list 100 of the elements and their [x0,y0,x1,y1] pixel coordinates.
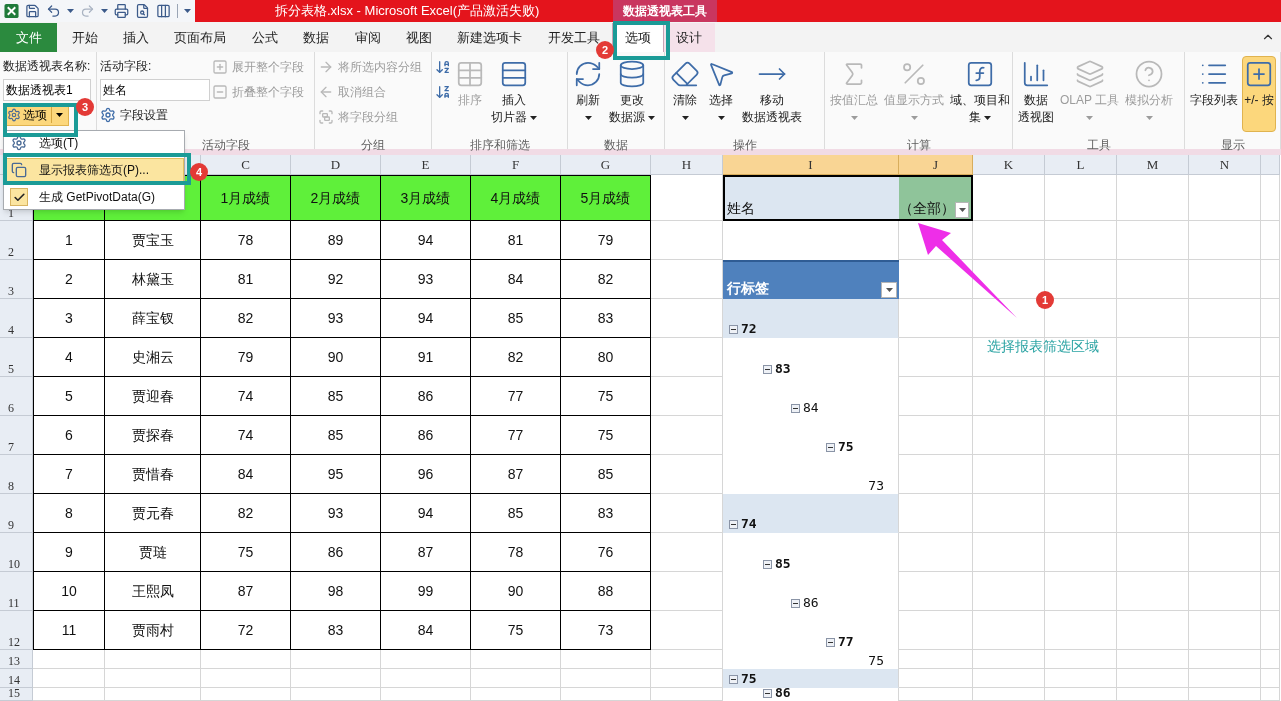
collapse-icon[interactable] [763,689,772,698]
collapse-icon[interactable] [763,560,772,569]
row-label: 75 [868,653,884,669]
row-header[interactable]: 4 [0,299,33,338]
ribbon-button[interactable]: 选择 [704,56,738,132]
ribbon-tab[interactable]: 页面布局 [161,23,240,52]
row-header[interactable]: 15 [0,688,33,701]
collapse-icon[interactable] [826,443,835,452]
grid-cell [651,688,723,701]
row-header[interactable]: 12 [0,611,33,650]
row-label: 75 [741,671,757,687]
columns-icon[interactable] [156,3,172,19]
grid-cell [1189,688,1261,701]
table-cell: 贾元春 [105,494,201,533]
filter-dropdown-button[interactable] [955,202,969,218]
column-header[interactable]: D [291,155,381,175]
ribbon-tab[interactable]: 插入 [110,23,162,52]
column-header[interactable]: C [201,155,291,175]
ribbon-button[interactable]: +/- 按 [1242,56,1276,132]
grid-cell [651,377,723,416]
column-header[interactable]: N [1189,155,1261,175]
grid-cell [651,455,723,494]
ribbon-tab[interactable]: 新建选项卡 [444,23,535,52]
step-badge: 1 [1036,291,1054,309]
row-header[interactable]: 14 [0,669,33,688]
checkbox[interactable] [10,188,28,206]
row-header[interactable]: 8 [0,455,33,494]
ribbon-button[interactable]: 数据 透视图 [1016,56,1056,132]
collapse-icon[interactable] [729,675,738,684]
grid-cell [1117,299,1189,338]
ribbon-button[interactable]: 更改 数据源 [607,56,657,132]
table-cell: 85 [291,416,381,455]
column-header[interactable]: L [1045,155,1117,175]
group-label: 显示 [1220,138,1245,152]
column-header[interactable]: E [381,155,471,175]
ribbon-button[interactable]: 移动 数据透视表 [740,56,804,132]
save-icon[interactable] [25,3,41,19]
print-preview-icon[interactable] [135,3,151,19]
text-field[interactable]: 数据透视表1 [3,79,91,101]
row-header[interactable]: 5 [0,338,33,377]
collapse-icon[interactable] [791,599,800,608]
ribbon-button[interactable]: 字段列表 [1188,56,1240,132]
layers-icon [1074,59,1105,89]
filter-value-cell[interactable]: （全部） [899,175,973,221]
grid-cell [1045,338,1117,377]
row-header[interactable]: 13 [0,650,33,669]
menu-item[interactable]: 选项(T) [4,132,184,154]
row-header[interactable]: 6 [0,377,33,416]
grid-cell [1045,688,1117,701]
column-header[interactable]: G [561,155,651,175]
grid-cell [1189,416,1261,455]
ribbon-tab[interactable]: 开始 [59,23,111,52]
menu-item[interactable]: 显示报表筛选页(P)... [4,158,184,182]
row-filter-dropdown-button[interactable] [881,282,897,298]
ribbon-tab[interactable]: 视图 [393,23,445,52]
table-cell: 83 [291,611,381,650]
grid-cell [651,416,723,455]
ribbon-tab[interactable]: 文件 [0,23,57,52]
print-icon[interactable] [114,3,130,19]
group-icon [318,109,334,125]
spreadsheet-logo-icon[interactable] [4,3,19,19]
menu-item[interactable]: 生成 GetPivotData(G) [4,186,184,208]
collapse-icon[interactable] [791,404,800,413]
ribbon-tab[interactable]: 公式 [239,23,291,52]
table-cell: 80 [561,338,651,377]
caret-icon [850,115,858,120]
row-header[interactable]: 7 [0,416,33,455]
collapse-icon[interactable] [826,638,835,647]
text-field[interactable]: 姓名 [100,79,210,101]
column-header[interactable]: H [651,155,723,175]
ribbon-button[interactable]: 清除 [668,56,702,132]
table-cell: 6 [33,416,105,455]
minus-box-icon [212,84,228,100]
grid-cell [1261,533,1280,572]
column-header[interactable]: J [899,155,973,175]
ribbon-tab[interactable]: 审阅 [341,23,394,52]
row-header[interactable]: 3 [0,260,33,299]
undo-icon[interactable] [46,3,62,19]
right-arrow-icon [318,59,334,75]
column-header[interactable]: I [723,155,899,175]
column-header[interactable]: F [471,155,561,175]
row-label: 84 [803,400,819,416]
collapse-icon[interactable] [729,325,738,334]
ribbon-tab[interactable]: 数据 [290,23,342,52]
row-header[interactable]: 10 [0,533,33,572]
column-header[interactable]: K [973,155,1045,175]
column-header[interactable]: M [1117,155,1189,175]
caret-icon [1086,115,1094,120]
table-cell: 94 [381,221,471,260]
row-header[interactable]: 2 [0,221,33,260]
collapse-icon[interactable] [729,520,738,529]
row-label: 73 [868,478,884,494]
row-header[interactable]: 9 [0,494,33,533]
ribbon-button[interactable]: 字段设置 [100,104,210,126]
collapse-icon[interactable] [763,365,772,374]
ribbon-button[interactable]: 刷新 [571,56,605,132]
row-header[interactable]: 11 [0,572,33,611]
ribbon-button[interactable]: 域、项目和 集 [948,56,1012,132]
grid-cell [1261,416,1280,455]
ribbon-button[interactable]: 插入 切片器 [489,56,539,132]
